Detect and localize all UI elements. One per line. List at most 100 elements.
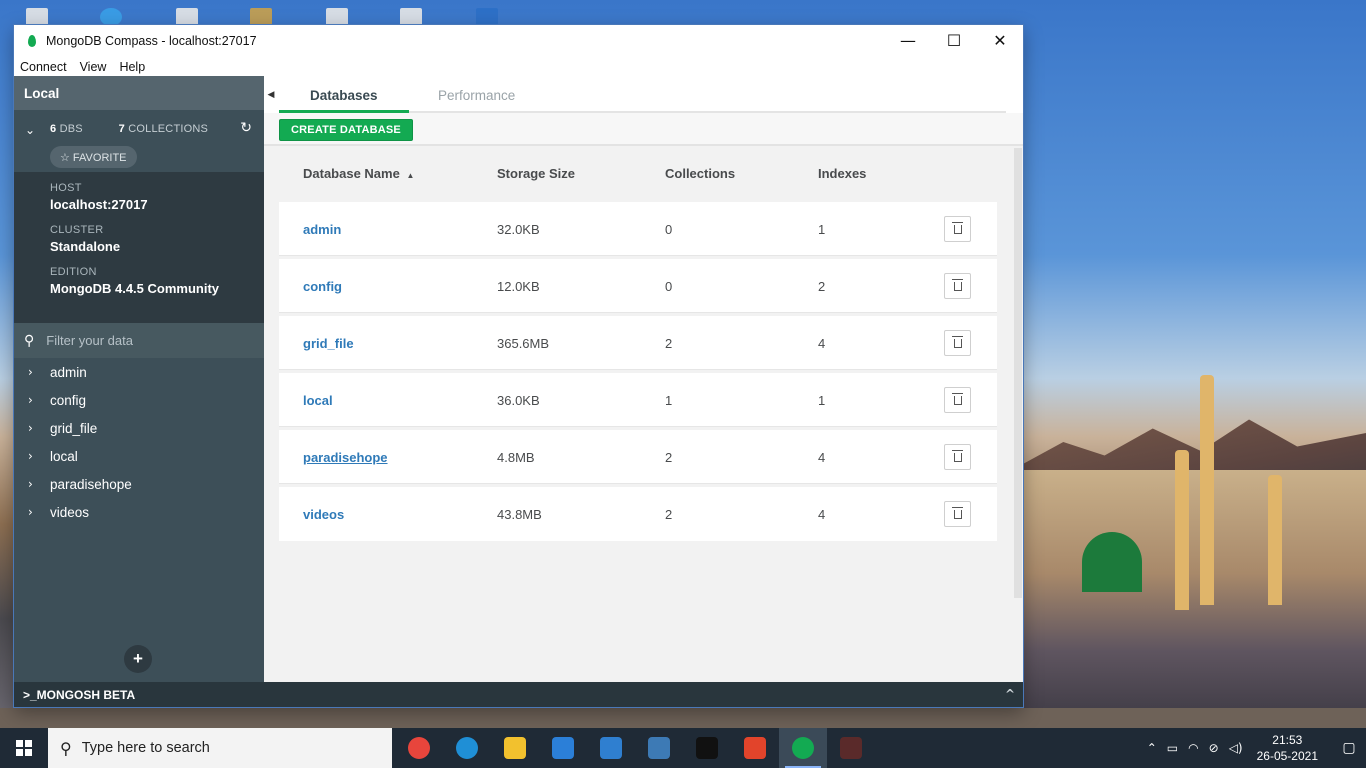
maximize-button[interactable]: ☐ (931, 25, 977, 55)
chevron-up-icon[interactable]: ^ (1005, 687, 1015, 701)
desktop-icon[interactable] (176, 8, 198, 26)
taskbar-app-mail[interactable] (539, 728, 587, 768)
tab-databases[interactable]: Databases (310, 88, 378, 103)
storage-size: 365.6MB (497, 336, 550, 351)
database-name-link[interactable]: admin (303, 222, 341, 237)
chevron-down-icon[interactable]: ⌄ (25, 123, 35, 137)
taskbar-app-store[interactable] (587, 728, 635, 768)
delete-database-button[interactable] (944, 387, 971, 413)
sidebar-item-label: grid_file (50, 420, 98, 436)
chevron-right-icon: › (28, 505, 33, 519)
search-icon: ⚲ (60, 738, 72, 758)
desktop-icon[interactable] (476, 8, 498, 26)
mongosh-bar[interactable]: >_MONGOSH BETA ^ (14, 682, 1023, 707)
volume-icon[interactable]: ◁) (1229, 741, 1243, 755)
taskbar-app-chrome[interactable] (395, 728, 443, 768)
sidebar-item-admin[interactable]: › admin (14, 358, 264, 386)
sidebar-item-paradisehope[interactable]: › paradisehope (14, 470, 264, 498)
add-database-button[interactable]: + (124, 645, 152, 673)
trash-icon (951, 506, 963, 519)
collections-count: 2 (665, 336, 673, 351)
sidebar-connection-title[interactable]: Local (14, 76, 264, 110)
taskbar-app-p-app[interactable] (731, 728, 779, 768)
show-hidden-icons-icon[interactable]: ⌃ (1147, 741, 1157, 755)
close-button[interactable]: ✕ (977, 25, 1023, 55)
chevron-right-icon: › (28, 393, 33, 407)
vertical-scrollbar[interactable] (1014, 148, 1022, 598)
database-name-link[interactable]: config (303, 279, 342, 294)
sidebar: Local ⌄ 6 DBS 7 COLLECTIONS ↻ ☆ FAVORITE… (14, 76, 264, 682)
collections-count: 1 (665, 393, 673, 408)
indexes-count: 4 (818, 336, 826, 351)
filter-input[interactable] (46, 333, 237, 348)
taskbar-app-file-explorer[interactable] (491, 728, 539, 768)
sidebar-item-videos[interactable]: › videos (14, 498, 264, 526)
taskbar-app-edge[interactable] (443, 728, 491, 768)
network-icon[interactable]: ⊘ (1209, 741, 1219, 755)
delete-database-button[interactable] (944, 444, 971, 470)
table-row: paradisehope 4.8MB 2 4 (279, 430, 997, 484)
toolbar: CREATE DATABASE (264, 113, 1023, 146)
battery-icon[interactable]: ▭ (1167, 741, 1178, 755)
desktop-icon[interactable] (26, 8, 48, 26)
indexes-count: 4 (818, 450, 826, 465)
host-label: HOST (50, 182, 82, 194)
column-header-indexes[interactable]: Indexes (818, 166, 866, 181)
wallpaper-minaret (1175, 450, 1189, 610)
create-database-button[interactable]: CREATE DATABASE (279, 119, 413, 141)
database-name-link[interactable]: local (303, 393, 333, 408)
taskbar-app-mongodb-compass[interactable] (779, 728, 827, 768)
sidebar-item-label: local (50, 448, 78, 464)
collections-count: 0 (665, 222, 673, 237)
sidebar-stats: ⌄ 6 DBS 7 COLLECTIONS ↻ ☆ FAVORITE (14, 110, 264, 172)
notifications-icon[interactable]: ▢ (1332, 728, 1366, 768)
minimize-button[interactable]: — (885, 25, 931, 55)
favorite-button[interactable]: ☆ FAVORITE (50, 146, 137, 168)
chevron-right-icon: › (28, 365, 33, 379)
column-header-name[interactable]: Database Name ▲ (303, 166, 414, 181)
sidebar-item-grid-file[interactable]: › grid_file (14, 414, 264, 442)
refresh-icon[interactable]: ↻ (240, 120, 252, 136)
taskbar-app-python[interactable] (635, 728, 683, 768)
delete-database-button[interactable] (944, 501, 971, 527)
sidebar-item-config[interactable]: › config (14, 386, 264, 414)
menu-view[interactable]: View (80, 60, 107, 74)
menu-connect[interactable]: Connect (20, 60, 67, 74)
trash-icon (951, 449, 963, 462)
wallpaper-minaret (1268, 475, 1282, 605)
database-name-link[interactable]: grid_file (303, 336, 354, 351)
search-icon: ⚲ (24, 332, 35, 349)
taskbar-app-game-app[interactable] (827, 728, 875, 768)
database-name-link[interactable]: paradisehope (303, 450, 388, 465)
sidebar-item-label: videos (50, 504, 90, 520)
database-name-link[interactable]: videos (303, 507, 344, 522)
taskbar-app-terminal[interactable] (683, 728, 731, 768)
delete-database-button[interactable] (944, 330, 971, 356)
window-title: MongoDB Compass - localhost:27017 (46, 34, 257, 48)
game-app-icon (840, 737, 862, 759)
trash-icon (951, 392, 963, 405)
wifi-icon[interactable]: ◠ (1188, 741, 1198, 755)
collapse-sidebar-button[interactable]: ◀ (264, 81, 278, 109)
column-header-size[interactable]: Storage Size (497, 166, 575, 181)
title-bar[interactable]: MongoDB Compass - localhost:27017 — ☐ ✕ (14, 25, 1023, 57)
desktop-icon[interactable] (100, 8, 122, 26)
menu-help[interactable]: Help (119, 60, 145, 74)
file-explorer-icon (504, 737, 526, 759)
clock[interactable]: 21:53 26-05-2021 (1257, 732, 1318, 764)
desktop-icon[interactable] (250, 8, 272, 26)
delete-database-button[interactable] (944, 273, 971, 299)
start-button[interactable] (0, 728, 48, 768)
tab-performance[interactable]: Performance (438, 88, 515, 103)
terminal-icon (696, 737, 718, 759)
chrome-icon (408, 737, 430, 759)
desktop-icon[interactable] (400, 8, 422, 26)
desktop-icon[interactable] (326, 8, 348, 26)
sidebar-item-local[interactable]: › local (14, 442, 264, 470)
taskbar-search[interactable]: ⚲ Type here to search (48, 728, 392, 768)
wallpaper-city (1022, 470, 1366, 728)
column-header-collections[interactable]: Collections (665, 166, 735, 181)
column-header-name-label: Database Name (303, 166, 400, 181)
clock-time: 21:53 (1272, 733, 1303, 747)
delete-database-button[interactable] (944, 216, 971, 242)
